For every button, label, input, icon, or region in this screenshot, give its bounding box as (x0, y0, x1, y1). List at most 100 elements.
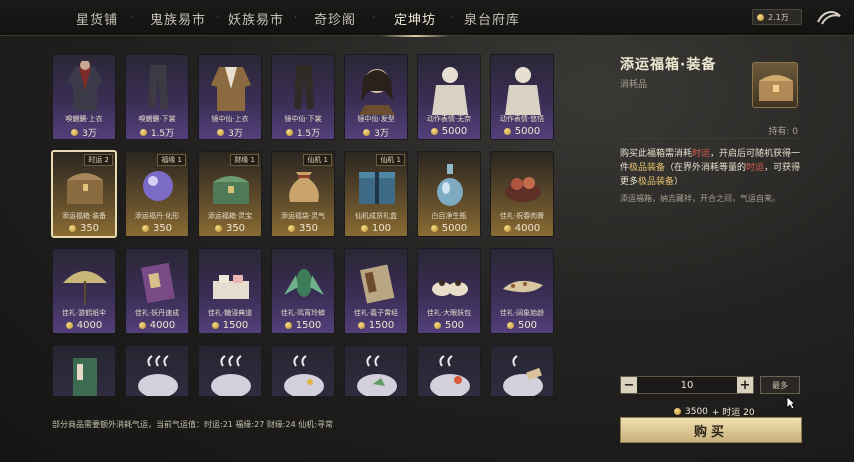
shop-item[interactable]: 财缘 1 添运福箱·灵宝 350 (198, 151, 262, 237)
shop-item[interactable]: 镜中仙·上衣 3万 (198, 54, 262, 140)
tab-quantai[interactable]: 泉台府库 (464, 9, 520, 28)
shop-item[interactable] (417, 345, 481, 397)
decrease-button[interactable]: − (621, 377, 637, 393)
shop-item[interactable] (125, 345, 189, 397)
treasure-chest-icon (752, 62, 798, 108)
item-name: 嗅魍魉·下裳 (138, 115, 176, 123)
cicada-icon (284, 269, 324, 297)
item-flavor-text: 添运福箱，纳吉藏祥，开合之间，气运自来。 (620, 194, 780, 203)
shop-item[interactable]: 佳礼·妖丹速成 4000 (125, 248, 189, 334)
qiyun-status-note: 部分商品需要额外消耗气运，当前气运值：时运:21 福缘:27 财缘:24 仙机:… (52, 420, 333, 429)
cost-amount: 3500 (685, 406, 708, 417)
item-name: 动作表情·无奈 (426, 115, 472, 123)
shop-item[interactable] (52, 345, 116, 397)
coin-icon (214, 225, 222, 232)
mouse-cursor-icon (786, 396, 796, 410)
pouch-icon (289, 172, 319, 202)
shop-item[interactable]: 仙机 1 添运福袋·灵气 350 (271, 151, 335, 237)
item-name: 佳礼·阔象始龄 (499, 309, 545, 317)
coin-icon (284, 322, 292, 329)
tab-guizu[interactable]: 鬼族易市 (150, 9, 206, 28)
item-detail-title: 添运福箱·装备 (620, 57, 717, 73)
shop-item[interactable]: 佳礼·鸣宵玲蝉 1500 (271, 248, 335, 334)
shop-item[interactable]: 福缘 1 添运福丹·化形 350 (125, 151, 189, 237)
item-description: 购买此福箱需消耗时运，开启后可随机获得一件极品装备（在界外消耗等量的时运，可获得… (620, 147, 804, 189)
item-name: 佳礼·羲子霄经 (353, 309, 399, 317)
gift-box-icon (359, 172, 395, 204)
jade-chest-icon (213, 176, 249, 204)
pastry-plate-icon (213, 275, 249, 299)
shop-item[interactable]: 佳礼·大眼妖包 500 (417, 248, 481, 334)
item-price: 350 (272, 223, 334, 234)
item-name: 佳礼·妖丹速成 (134, 309, 180, 317)
tab-qizhenge[interactable]: 奇珍阁 (314, 9, 356, 28)
coin-icon (211, 322, 219, 329)
item-price: 4000 (491, 223, 553, 234)
shop-item[interactable] (344, 345, 408, 397)
nav-separator: · (294, 13, 297, 23)
item-tag: 时运 2 (84, 154, 113, 166)
nav-separator: · (130, 13, 133, 23)
currency-amount: 2.1万 (768, 12, 789, 22)
item-price-value: 5000 (441, 126, 468, 137)
item-price-value: 4000 (514, 223, 541, 234)
shop-item[interactable]: 动作表情·无奈 5000 (417, 54, 481, 140)
item-price: 500 (491, 320, 553, 331)
coin-icon (430, 225, 438, 232)
shop-item[interactable]: 佳礼·祝春肉膏 4000 (490, 151, 554, 237)
item-name: 动作表情·悠悟 (499, 115, 545, 123)
desc-highlight: 时运 (692, 149, 711, 159)
emote-figure-icon (432, 67, 468, 115)
nav-separator: · (216, 13, 219, 23)
shop-item[interactable]: 白目净生瓶 5000 (417, 151, 481, 237)
shop-item[interactable] (271, 345, 335, 397)
shop-item[interactable]: 佳礼·羲子霄经 1500 (344, 248, 408, 334)
shop-item[interactable]: 佳礼·游鹤纸伞 4000 (52, 248, 116, 334)
shop-item[interactable]: 镜中仙·下裳 1.5万 (271, 54, 335, 140)
item-price: 1.5万 (272, 126, 334, 139)
item-price: 350 (53, 223, 115, 234)
item-price: 350 (126, 223, 188, 234)
shop-item-grid: 嗅魍魉·上衣 3万 嗅魍魉·下裳 1.5万 镜中仙·上衣 3万 镜中仙·下裳 1… (51, 54, 584, 397)
shop-item[interactable] (490, 345, 554, 397)
coin-icon (674, 408, 681, 415)
increase-button[interactable]: + (737, 377, 753, 393)
item-price: 1.5万 (126, 126, 188, 139)
item-price-value: 4000 (149, 320, 176, 331)
item-tag: 仙机 1 (376, 154, 405, 166)
shop-item[interactable]: 仙机 1 仙机成货礼盒 100 (344, 151, 408, 237)
item-price: 350 (199, 223, 261, 234)
currency-display: 2.1万 (752, 9, 802, 25)
coin-icon (360, 225, 368, 232)
shop-item[interactable]: 佳礼·阔象始龄 500 (490, 248, 554, 334)
steamed-dish-icon (284, 355, 324, 396)
item-price-value: 5000 (514, 126, 541, 137)
shop-item[interactable] (198, 345, 262, 397)
tab-xinghuopu[interactable]: 星货铺 (76, 9, 118, 28)
buy-button[interactable]: 购买 (620, 417, 802, 443)
shop-item[interactable]: 佳礼·糖浸典道 1500 (198, 248, 262, 334)
tab-dingkunfang[interactable]: 定坤坊 (379, 9, 451, 37)
hairstyle-icon (359, 69, 395, 115)
max-quantity-button[interactable]: 最多 (760, 376, 800, 394)
desc-text: 购买此福箱需消耗 (620, 149, 693, 159)
item-price: 5000 (418, 126, 480, 137)
shop-item-selected[interactable]: 时运 2 添运福箱·装备 350 (51, 150, 117, 238)
item-price: 500 (418, 320, 480, 331)
desc-highlight: 极品装备 (638, 177, 675, 187)
quantity-value[interactable]: 10 (637, 380, 737, 391)
desc-highlight: 极品装备 (629, 163, 666, 173)
item-price-value: 350 (79, 223, 100, 234)
top-nav: 星货铺 · 鬼族易市 · 妖族易市 · 奇珍阁 · 定坤坊 · 泉台府库 2.1… (0, 0, 854, 37)
item-price: 4000 (53, 320, 115, 331)
shop-item[interactable]: 镜中仙·发型 3万 (344, 54, 408, 140)
divider (620, 138, 798, 139)
coin-icon (287, 225, 295, 232)
item-price: 5000 (491, 126, 553, 137)
shop-item[interactable]: 嗅魍魉·上衣 3万 (52, 54, 116, 140)
tab-yaozu[interactable]: 妖族易市 (228, 9, 284, 28)
shop-item[interactable]: 动作表情·悠悟 5000 (490, 54, 554, 140)
item-price-value: 1500 (295, 320, 322, 331)
shop-item[interactable]: 嗅魍魉·下裳 1.5万 (125, 54, 189, 140)
coin-icon (65, 322, 73, 329)
